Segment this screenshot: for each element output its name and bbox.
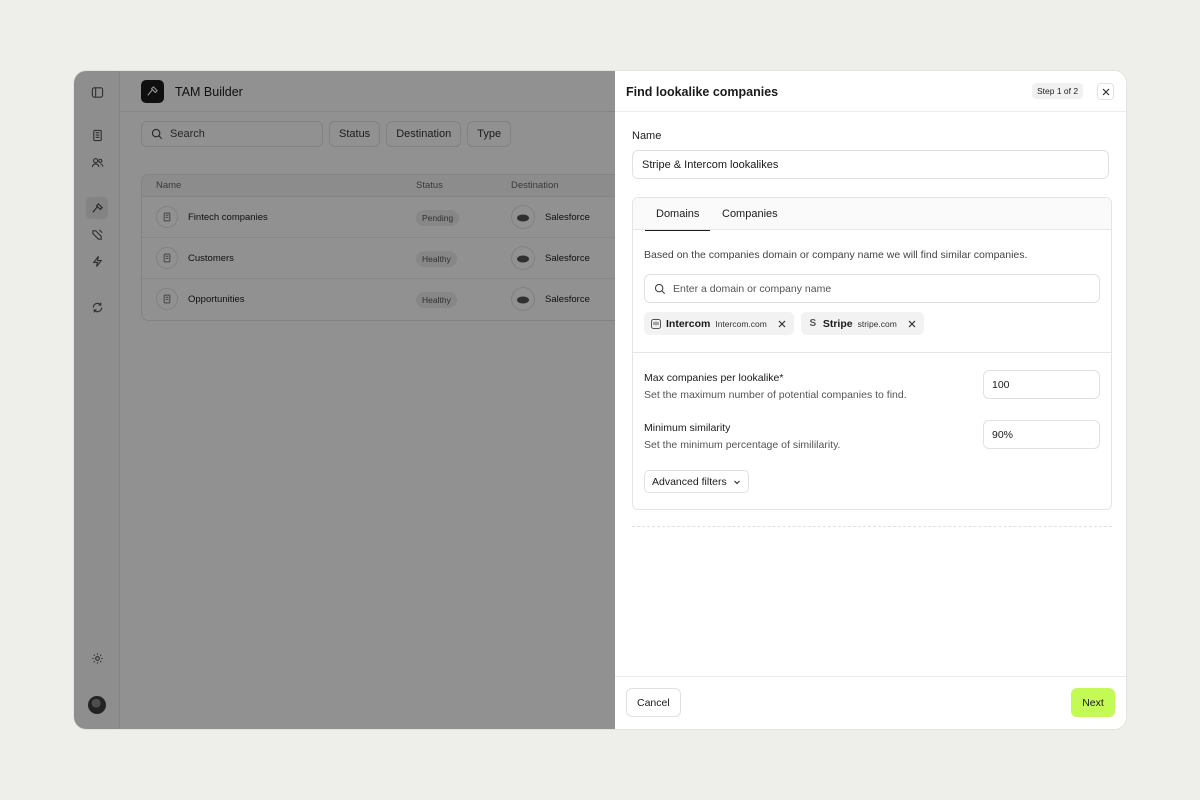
domains-description: Based on the companies domain or company… (644, 249, 1028, 261)
remove-chip-icon[interactable] (908, 320, 916, 328)
name-input[interactable] (632, 150, 1109, 179)
min-similarity-help: Set the minimum percentage of simililari… (644, 439, 841, 451)
advanced-filters-label: Advanced filters (652, 475, 727, 488)
min-similarity-label: Minimum similarity (644, 422, 731, 434)
name-label: Name (632, 130, 662, 142)
source-tabs: Domains Companies (633, 198, 1111, 231)
intercom-logo-icon (651, 318, 661, 329)
close-icon (1102, 88, 1109, 95)
tab-companies[interactable]: Companies (711, 198, 789, 230)
source-card: Domains Companies Based on the companies… (632, 197, 1112, 510)
remove-chip-icon[interactable] (778, 320, 786, 328)
dialog-header: Find lookalike companies Step 1 of 2 (615, 71, 1126, 112)
max-companies-label: Max companies per lookalike* (644, 372, 784, 384)
app-window: TAM Builder Search Status Destination Ty… (74, 71, 1126, 729)
dialog-footer: Cancel Next (615, 676, 1126, 729)
tab-domains[interactable]: Domains (645, 198, 711, 231)
chip-company-domain: stripe.com (857, 318, 897, 329)
search-icon (654, 283, 666, 294)
chip-company-name: Intercom (666, 317, 711, 330)
advanced-filters-button[interactable]: Advanced filters (644, 470, 749, 493)
selected-companies: Intercom Intercom.com S Stripe stripe.co… (644, 312, 924, 335)
cancel-button[interactable]: Cancel (626, 688, 681, 717)
modal-backdrop[interactable] (74, 71, 615, 729)
max-companies-input[interactable] (983, 370, 1100, 399)
chip-company-domain: Intercom.com (715, 318, 767, 329)
max-companies-help: Set the maximum number of potential comp… (644, 389, 907, 401)
domain-search-field[interactable] (644, 274, 1100, 303)
stripe-logo-icon: S (809, 318, 817, 329)
chevron-down-icon (733, 480, 740, 484)
chip-company-name: Stripe (822, 317, 853, 330)
step-indicator: Step 1 of 2 (1032, 83, 1084, 99)
next-button[interactable]: Next (1071, 688, 1115, 717)
company-chip-stripe: S Stripe stripe.com (800, 312, 924, 335)
section-divider (633, 352, 1111, 353)
domain-search-input[interactable] (673, 282, 1073, 295)
lookalike-dialog: Find lookalike companies Step 1 of 2 Nam… (615, 71, 1126, 729)
close-button[interactable] (1097, 83, 1114, 100)
company-chip-intercom: Intercom Intercom.com (644, 312, 794, 335)
dialog-title: Find lookalike companies (626, 85, 779, 99)
dashed-divider (632, 526, 1112, 527)
min-similarity-input[interactable] (983, 420, 1100, 449)
